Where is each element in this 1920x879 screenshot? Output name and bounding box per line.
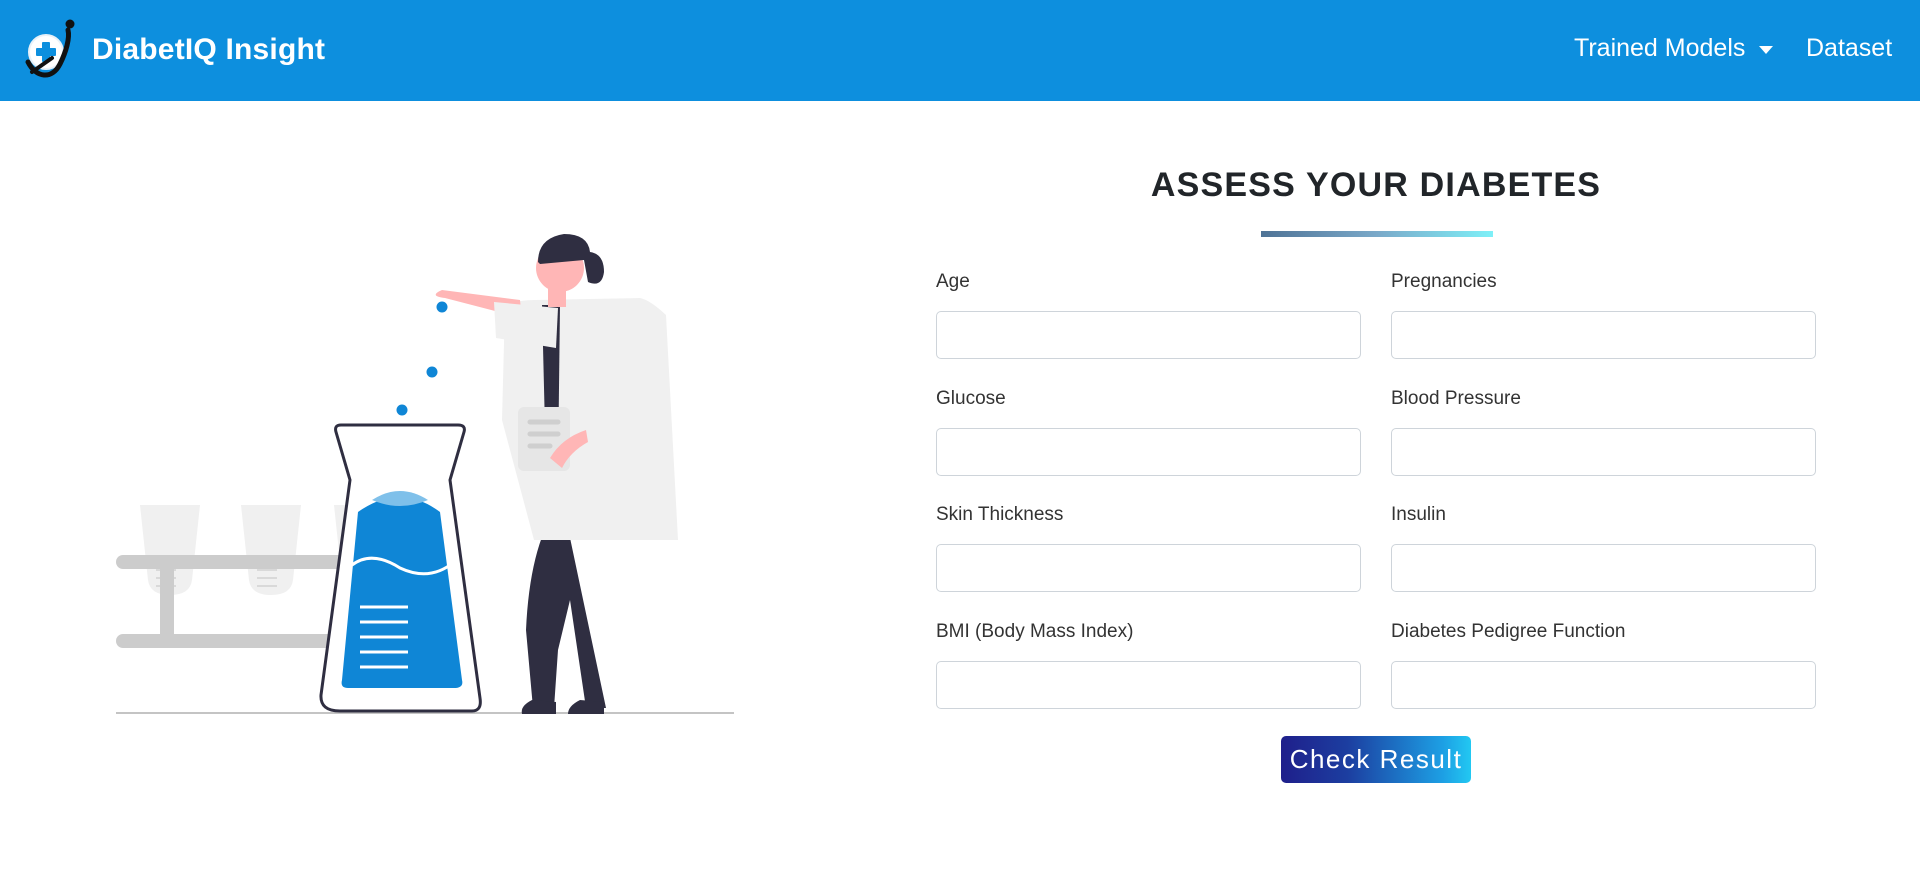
flask bbox=[319, 423, 482, 713]
caret-down-icon bbox=[1759, 45, 1774, 54]
blood-pressure-field: Blood Pressure bbox=[1391, 388, 1816, 476]
age-field: Age bbox=[936, 271, 1361, 359]
bmi-label: BMI (Body Mass Index) bbox=[936, 621, 1134, 642]
skin-thickness-input[interactable] bbox=[936, 544, 1361, 592]
nav-dataset-link[interactable]: Dataset bbox=[1806, 34, 1892, 63]
pregnancies-field: Pregnancies bbox=[1391, 271, 1816, 359]
nav-trained-models-dropdown[interactable]: Trained Models bbox=[1574, 34, 1774, 63]
nav-trained-models-label: Trained Models bbox=[1574, 34, 1746, 62]
navbar: DiabetIQ Insight Trained Models Dataset bbox=[0, 0, 1920, 101]
diabetes-pedigree-field: Diabetes Pedigree Function bbox=[1391, 621, 1816, 709]
check-result-button[interactable]: Check Result bbox=[1281, 736, 1471, 783]
age-label: Age bbox=[936, 271, 970, 292]
insulin-label: Insulin bbox=[1391, 504, 1446, 525]
skin-thickness-field: Skin Thickness bbox=[936, 504, 1361, 592]
diabetes-medical-logo-icon bbox=[25, 19, 75, 78]
glucose-field: Glucose bbox=[936, 388, 1361, 476]
insulin-input[interactable] bbox=[1391, 544, 1816, 592]
diabetes-pedigree-label: Diabetes Pedigree Function bbox=[1391, 621, 1626, 642]
age-input[interactable] bbox=[936, 311, 1361, 359]
scientist-lab-illustration bbox=[116, 234, 734, 714]
drop bbox=[396, 404, 408, 416]
drop bbox=[436, 301, 448, 313]
glucose-label: Glucose bbox=[936, 388, 1006, 409]
insulin-field: Insulin bbox=[1391, 504, 1816, 592]
blood-pressure-label: Blood Pressure bbox=[1391, 388, 1521, 409]
page-title: ASSESS YOUR DIABETES bbox=[1150, 166, 1602, 204]
drop bbox=[426, 366, 438, 378]
bmi-input[interactable] bbox=[936, 661, 1361, 709]
blood-pressure-input[interactable] bbox=[1391, 428, 1816, 476]
brand-link[interactable]: DiabetIQ Insight bbox=[22, 18, 325, 82]
brand-name: DiabetIQ Insight bbox=[92, 33, 326, 66]
skin-thickness-label: Skin Thickness bbox=[936, 504, 1064, 525]
bmi-field: BMI (Body Mass Index) bbox=[936, 621, 1361, 709]
diabetes-pedigree-input[interactable] bbox=[1391, 661, 1816, 709]
glucose-input[interactable] bbox=[936, 428, 1361, 476]
pregnancies-input[interactable] bbox=[1391, 311, 1816, 359]
pregnancies-label: Pregnancies bbox=[1391, 271, 1497, 292]
title-underline bbox=[1261, 231, 1493, 237]
